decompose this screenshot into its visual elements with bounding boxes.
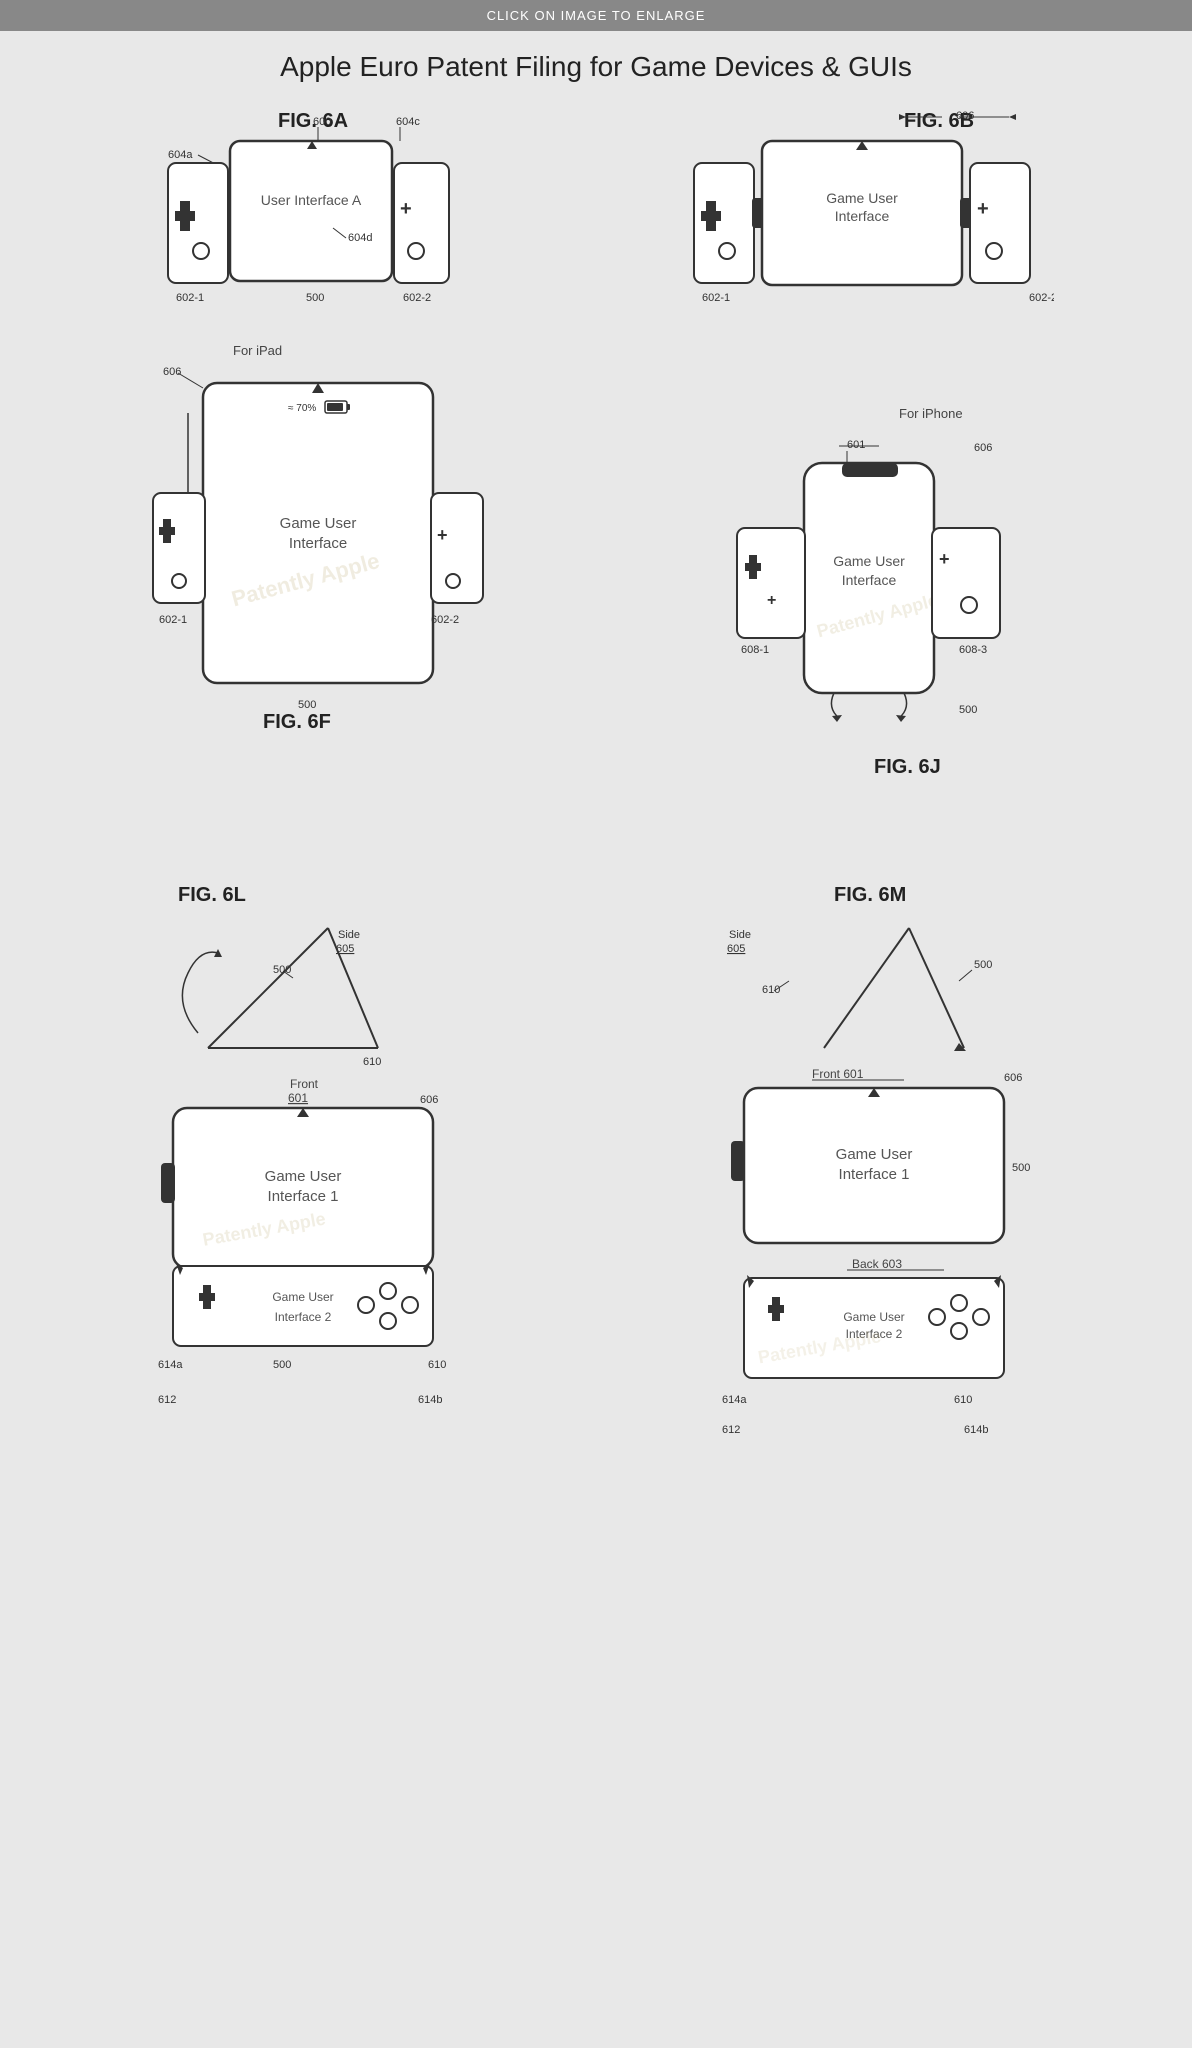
svg-text:602-1: 602-1 <box>702 292 730 304</box>
svg-text:Front: Front <box>290 1077 319 1091</box>
svg-text:614b: 614b <box>964 1424 988 1436</box>
diagram-fig6l: FIG. 6L Side 605 500 6 <box>118 873 518 1523</box>
svg-text:606: 606 <box>163 366 181 378</box>
svg-text:500: 500 <box>959 704 977 716</box>
diagram-fig6a: FIG. 6A 604a 600 604c <box>138 103 478 303</box>
fig6b-container: FIG. 6B 606 <box>674 103 1054 303</box>
svg-text:602-1: 602-1 <box>159 614 187 626</box>
svg-text:614a: 614a <box>722 1394 747 1406</box>
svg-text:614a: 614a <box>158 1359 183 1371</box>
svg-text:Interface: Interface <box>289 535 347 552</box>
top-bar: CLICK ON IMAGE TO ENLARGE <box>0 0 1192 31</box>
svg-text:+: + <box>977 198 989 220</box>
fig6m-svg: FIG. 6M Side 605 500 610 Front 601 <box>674 873 1074 1523</box>
svg-text:Game User: Game User <box>833 553 905 569</box>
svg-text:Interface 2: Interface 2 <box>275 1310 332 1324</box>
svg-text:Interface 1: Interface 1 <box>268 1188 339 1205</box>
row-fig6a-6b: FIG. 6A 604a 600 604c <box>40 103 1152 303</box>
svg-text:500: 500 <box>974 959 992 971</box>
svg-text:610: 610 <box>954 1394 972 1406</box>
svg-text:605: 605 <box>727 943 745 955</box>
svg-text:FIG. 6J: FIG. 6J <box>874 756 941 778</box>
svg-text:Game User: Game User <box>826 190 898 206</box>
svg-text:Game User: Game User <box>843 1310 904 1324</box>
fig6a-container: FIG. 6A 604a 600 604c <box>138 103 478 303</box>
diagram-fig6m: FIG. 6M Side 605 500 610 Front 601 <box>674 873 1074 1523</box>
svg-text:602-2: 602-2 <box>431 614 459 626</box>
svg-text:612: 612 <box>722 1424 740 1436</box>
fig6b-svg: FIG. 6B 606 <box>674 103 1054 323</box>
svg-text:610: 610 <box>428 1359 446 1371</box>
svg-text:Front 601: Front 601 <box>812 1067 864 1081</box>
svg-text:Side: Side <box>729 929 751 941</box>
svg-text:602-2: 602-2 <box>1029 292 1054 304</box>
svg-text:FIG. 6L: FIG. 6L <box>178 884 246 906</box>
svg-text:500: 500 <box>298 699 316 711</box>
svg-text:Game User: Game User <box>280 515 357 532</box>
svg-text:Interface 1: Interface 1 <box>839 1166 910 1183</box>
svg-text:+: + <box>437 525 448 545</box>
svg-text:610: 610 <box>762 984 780 996</box>
row-fig6f-6j: For iPad 606 ≈ 70% Game User I <box>40 333 1152 843</box>
fig6a-svg: FIG. 6A 604a 600 604c <box>138 103 478 323</box>
svg-text:Interface: Interface <box>835 208 890 224</box>
svg-text:Side: Side <box>338 929 360 941</box>
svg-text:604d: 604d <box>348 232 372 244</box>
svg-text:+: + <box>939 549 950 569</box>
diagram-fig6b: FIG. 6B 606 <box>674 103 1054 303</box>
svg-text:500: 500 <box>1012 1162 1030 1174</box>
svg-text:+: + <box>400 198 412 220</box>
row-fig6l-6m: FIG. 6L Side 605 500 6 <box>40 873 1152 1523</box>
svg-text:Game User: Game User <box>272 1290 333 1304</box>
svg-text:601: 601 <box>847 439 865 451</box>
svg-text:For iPad: For iPad <box>233 343 282 358</box>
svg-text:602-2: 602-2 <box>403 292 431 304</box>
svg-text:606: 606 <box>420 1094 438 1106</box>
svg-text:500: 500 <box>306 292 324 304</box>
diagram-fig6f: For iPad 606 ≈ 70% Game User I <box>133 333 493 843</box>
svg-text:601: 601 <box>288 1091 308 1105</box>
svg-text:500: 500 <box>273 1359 291 1371</box>
svg-text:Game User: Game User <box>836 1146 913 1163</box>
svg-text:User Interface A: User Interface A <box>261 192 362 208</box>
svg-text:For iPhone: For iPhone <box>899 406 963 421</box>
svg-text:606: 606 <box>956 110 974 122</box>
svg-text:FIG. 6F: FIG. 6F <box>263 711 331 733</box>
svg-text:608-3: 608-3 <box>959 644 987 656</box>
svg-text:+: + <box>767 592 776 609</box>
svg-text:608-1: 608-1 <box>741 644 769 656</box>
svg-text:606: 606 <box>1004 1072 1022 1084</box>
top-bar-label: CLICK ON IMAGE TO ENLARGE <box>487 8 706 23</box>
svg-text:≈ 70%: ≈ 70% <box>288 403 316 414</box>
page-title: Apple Euro Patent Filing for Game Device… <box>0 51 1192 83</box>
fig6j-svg: For iPhone 601 606 <box>679 333 1059 843</box>
svg-text:612: 612 <box>158 1394 176 1406</box>
content-area: FIG. 6A 604a 600 604c <box>0 93 1192 1593</box>
svg-text:FIG. 6M: FIG. 6M <box>834 884 906 906</box>
svg-text:604a: 604a <box>168 149 193 161</box>
svg-text:606: 606 <box>974 442 992 454</box>
svg-text:604c: 604c <box>396 116 420 128</box>
svg-text:610: 610 <box>363 1056 381 1068</box>
svg-text:Back 603: Back 603 <box>852 1257 902 1271</box>
fig6f-svg: For iPad 606 ≈ 70% Game User I <box>133 333 493 843</box>
svg-text:Interface: Interface <box>842 572 897 588</box>
svg-text:600: 600 <box>313 116 331 128</box>
svg-text:Game User: Game User <box>265 1168 342 1185</box>
fig6l-svg: FIG. 6L Side 605 500 6 <box>118 873 518 1523</box>
svg-text:602-1: 602-1 <box>176 292 204 304</box>
diagram-fig6j: For iPhone 601 606 <box>679 333 1059 843</box>
svg-text:614b: 614b <box>418 1394 442 1406</box>
